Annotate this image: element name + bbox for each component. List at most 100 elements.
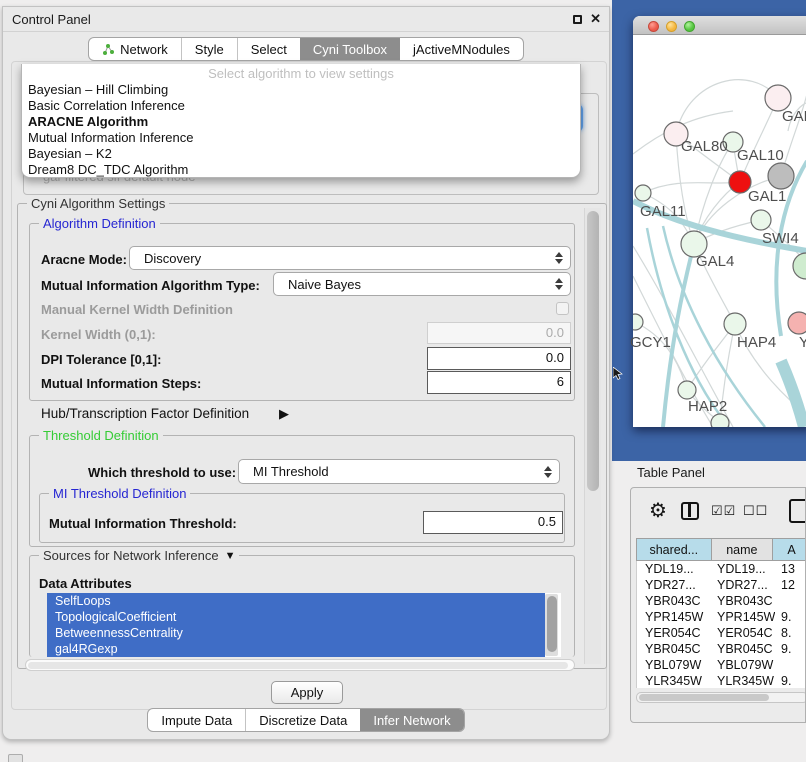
close-window-button[interactable] (648, 21, 659, 32)
node-label: GAL11 (640, 203, 686, 220)
table-panel-title: Table Panel (637, 465, 705, 480)
manual-kernel-checkbox[interactable] (556, 302, 569, 315)
node-gal11[interactable] (635, 185, 651, 201)
dpi-tolerance-input[interactable]: 0.0 (427, 347, 571, 370)
column-header-shared-name[interactable]: shared... (636, 538, 712, 561)
node-right-green[interactable] (793, 253, 806, 279)
settings-vertical-scrollbar[interactable] (584, 208, 601, 664)
hub-definition-label[interactable]: Hub/Transcription Factor Definition (41, 406, 249, 421)
mi-threshold-input[interactable]: 0.5 (423, 511, 563, 534)
minimized-widget[interactable] (8, 754, 23, 762)
node-y-pink[interactable] (788, 312, 806, 334)
table-toolbar: ⚙ ☑☑ ☐☐ (631, 496, 805, 530)
tab-discretize-data-label: Discretize Data (259, 713, 347, 728)
control-panel-title: Control Panel (12, 12, 91, 27)
export-table-icon[interactable] (789, 499, 806, 523)
settings-horizontal-scrollbar[interactable] (25, 659, 575, 671)
tab-discretize-data[interactable]: Discretize Data (245, 709, 360, 731)
data-attributes-label: Data Attributes (39, 576, 132, 591)
tab-jactivemnodules[interactable]: jActiveMNodules (400, 38, 523, 60)
mouse-cursor (613, 367, 623, 380)
table-body[interactable]: YDL19...YDL19...13 YDR27...YDR27...12 YB… (636, 561, 806, 688)
apply-button[interactable]: Apply (271, 681, 343, 704)
table-row[interactable]: YDR27...YDR27...12 (637, 577, 806, 593)
which-threshold-select[interactable]: MI Threshold (238, 459, 560, 484)
list-item[interactable]: SelfLoops (47, 593, 545, 609)
scrollbar-thumb[interactable] (639, 694, 769, 701)
dropdown-item[interactable]: Mutual Information Inference (22, 130, 580, 146)
node-gal1[interactable] (751, 210, 771, 230)
list-item[interactable]: TopologicalCoefficient (47, 609, 545, 625)
close-icon[interactable]: ✕ (590, 11, 601, 27)
scrollbar-thumb[interactable] (587, 211, 599, 491)
float-window-icon[interactable] (573, 15, 582, 24)
tab-impute-data[interactable]: Impute Data (148, 709, 245, 731)
dropdown-item[interactable]: Bayesian – K2 (22, 146, 580, 162)
table-row[interactable]: YDL19...YDL19...13 (637, 561, 806, 577)
which-threshold-value: MI Threshold (239, 464, 537, 479)
spinner-icon (537, 466, 559, 478)
tab-impute-data-label: Impute Data (161, 713, 232, 728)
tab-network[interactable]: Network (89, 38, 181, 60)
table-panel-window: ⚙ ☑☑ ☐☐ shared... name A YDL19...YDL19..… (630, 487, 806, 723)
mi-type-select[interactable]: Naive Bayes (273, 272, 571, 296)
node-label: HAP4 (737, 334, 776, 351)
node-hap2[interactable] (678, 381, 696, 399)
tab-style[interactable]: Style (181, 38, 237, 60)
control-panel-titlebar: Control Panel ✕ (3, 7, 609, 32)
node-gcy1[interactable] (633, 314, 643, 330)
scrollbar-thumb[interactable] (547, 596, 557, 652)
expand-icon[interactable]: ▶ (279, 406, 289, 422)
node-gal10-gray[interactable] (768, 163, 794, 189)
sources-legend: Sources for Network Inference ▼ (39, 548, 239, 563)
node-hap4[interactable] (724, 313, 746, 335)
aracne-mode-label: Aracne Mode: (41, 252, 127, 267)
table-row[interactable]: YBR043CYBR043C (637, 593, 806, 609)
threshold-definition-legend: Threshold Definition (39, 428, 163, 443)
data-attributes-list[interactable]: SelfLoops TopologicalCoefficient Between… (47, 593, 561, 657)
table-row[interactable]: YBL079WYBL079W (637, 657, 806, 673)
dropdown-prompt: Select algorithm to view settings (22, 65, 580, 82)
column-header-name[interactable]: name (712, 538, 774, 561)
mi-type-label: Mutual Information Algorithm Type: (41, 278, 260, 293)
dropdown-item-selected[interactable]: ARACNE Algorithm (22, 114, 580, 130)
list-item[interactable]: BetweennessCentrality (47, 625, 545, 641)
aracne-mode-select[interactable]: Discovery (129, 246, 571, 270)
table-row[interactable]: YBR045CYBR045C9. (637, 641, 806, 657)
table-horizontal-scrollbar[interactable] (636, 692, 806, 703)
column-layout-icon[interactable] (681, 502, 699, 520)
network-icon (102, 43, 115, 56)
scrollbar-thumb[interactable] (28, 662, 568, 669)
node-label: HAP2 (688, 398, 727, 415)
mi-type-value: Naive Bayes (274, 277, 548, 292)
dropdown-item[interactable]: Bayesian – Hill Climbing (22, 82, 580, 98)
column-header-partial[interactable]: A (773, 538, 806, 561)
collapse-icon[interactable]: ▼ (225, 550, 236, 562)
node-bottom[interactable] (711, 414, 729, 427)
mi-steps-input[interactable]: 6 (427, 371, 571, 394)
network-view-window (633, 16, 806, 427)
table-row[interactable]: YLR345WYLR345W9. (637, 673, 806, 688)
dropdown-item[interactable]: Basic Correlation Inference (22, 98, 580, 114)
gear-icon[interactable]: ⚙ (649, 498, 667, 523)
table-header-row: shared... name A (636, 538, 806, 561)
list-item[interactable]: gal4RGexp (47, 641, 545, 657)
tab-select[interactable]: Select (237, 38, 300, 60)
which-threshold-label: Which threshold to use: (88, 465, 236, 480)
deselect-all-checks-icon[interactable]: ☐☐ (743, 503, 768, 519)
mi-steps-label: Mutual Information Steps: (41, 376, 201, 391)
tab-infer-network[interactable]: Infer Network (360, 709, 463, 731)
node-label: GAL1 (748, 188, 786, 205)
zoom-window-button[interactable] (684, 21, 695, 32)
list-vertical-scrollbar[interactable] (545, 594, 558, 656)
node-label: SWI4 (762, 230, 799, 247)
kernel-width-input: 0.0 (427, 322, 571, 344)
dropdown-item[interactable]: Dream8 DC_TDC Algorithm (22, 162, 580, 178)
tab-cyni-toolbox[interactable]: Cyni Toolbox (300, 38, 400, 60)
algorithm-dropdown-popup: Select algorithm to view settings Bayesi… (21, 64, 581, 178)
table-row[interactable]: YPR145WYPR145W9. (637, 609, 806, 625)
minimize-window-button[interactable] (666, 21, 677, 32)
select-all-checks-icon[interactable]: ☑☑ (711, 503, 736, 519)
table-row[interactable]: YER054CYER054C8. (637, 625, 806, 641)
manual-kernel-label: Manual Kernel Width Definition (41, 302, 233, 317)
